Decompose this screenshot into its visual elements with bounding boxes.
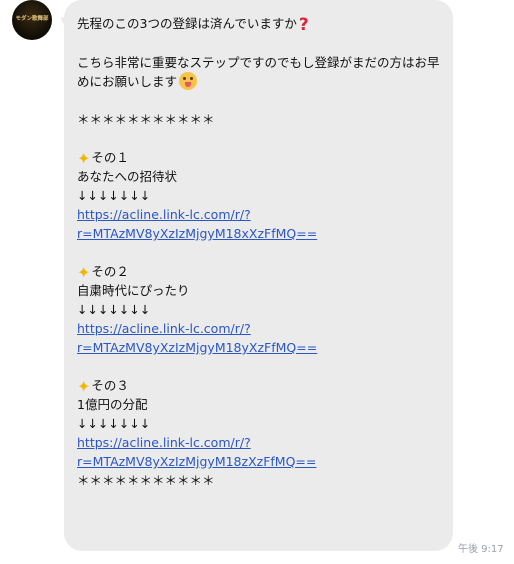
section-2-heading: ✦その２ <box>77 262 441 281</box>
surprised-face-icon <box>179 72 198 90</box>
message-line-2: こちら非常に重要なステップですのでもし登録がまだの方はお早めにお願いします <box>77 53 441 91</box>
section-1-arrows: ↓↓↓↓↓↓↓ <box>77 188 151 203</box>
sparkle-icon: ✦ <box>77 149 91 168</box>
message-line-1: 先程のこの3つの登録は済んでいますか? <box>77 14 441 34</box>
separator-top: ＊＊＊＊＊＊＊＊＊＊＊ <box>77 112 215 127</box>
section-3-heading: ✦その３ <box>77 376 441 395</box>
section-1-heading: ✦その１ <box>77 148 441 167</box>
message-timestamp: 午後 9:17 <box>458 544 504 555</box>
section-2-heading-text: その２ <box>91 264 129 279</box>
section-2-arrows: ↓↓↓↓↓↓↓ <box>77 302 151 317</box>
chat-area: モダン歌舞部 先程のこの3つの登録は済んでいますか? こちら非常に重要なステップ… <box>0 0 514 564</box>
separator-bottom: ＊＊＊＊＊＊＊＊＊＊＊ <box>77 473 215 488</box>
section-3-title: 1億円の分配 <box>77 397 148 412</box>
question-mark-icon: ? <box>298 15 309 35</box>
section-2-link-line-1[interactable]: https://acline.link-lc.com/r/? <box>77 319 441 338</box>
section-1-link-line-2[interactable]: r=MTAzMV8yXzIzMjgyM18xXzFfMQ== <box>77 224 441 243</box>
section-1-link-line-1[interactable]: https://acline.link-lc.com/r/? <box>77 205 441 224</box>
message-text-1: 先程のこの3つの登録は済んでいますか <box>77 16 297 31</box>
sparkle-icon: ✦ <box>77 263 91 282</box>
section-1-heading-text: その１ <box>91 150 129 165</box>
section-3-heading-text: その３ <box>91 378 129 393</box>
message-bubble: 先程のこの3つの登録は済んでいますか? こちら非常に重要なステップですのでもし登… <box>64 0 453 551</box>
section-3-arrows: ↓↓↓↓↓↓↓ <box>77 416 151 431</box>
section-2-link-line-2[interactable]: r=MTAzMV8yXzIzMjgyM18yXzFfMQ== <box>77 338 441 357</box>
section-3-link-line-1[interactable]: https://acline.link-lc.com/r/? <box>77 433 441 452</box>
avatar-label: モダン歌舞部 <box>15 16 49 23</box>
sender-avatar[interactable]: モダン歌舞部 <box>12 0 52 40</box>
section-1-title: あなたへの招待状 <box>77 169 178 184</box>
section-3-link-line-2[interactable]: r=MTAzMV8yXzIzMjgyM18zXzFfMQ== <box>77 452 441 471</box>
section-2-title: 自粛時代にぴったり <box>77 283 190 298</box>
sparkle-icon: ✦ <box>77 377 91 396</box>
message-text-2: こちら非常に重要なステップですのでもし登録がまだの方はお早めにお願いします <box>77 55 440 89</box>
